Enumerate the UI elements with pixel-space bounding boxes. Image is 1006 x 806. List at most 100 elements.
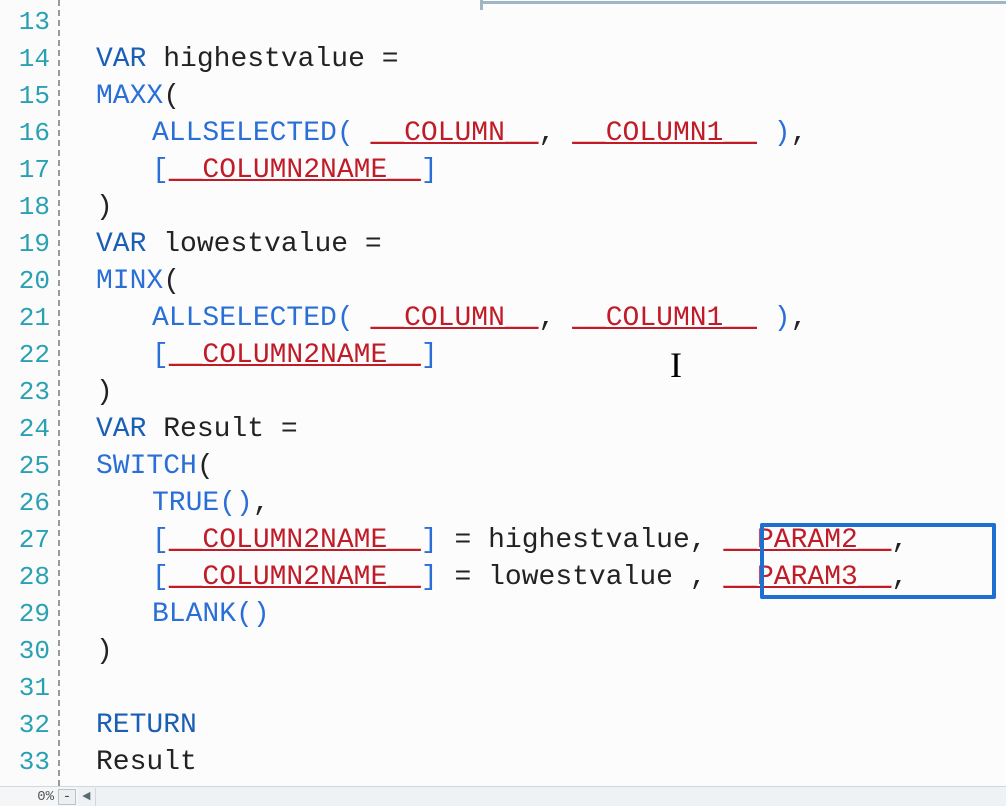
line-number: 17 [0, 152, 58, 189]
line-number: 19 [0, 226, 58, 263]
code-line[interactable] [66, 670, 1006, 707]
paren-open: ( [337, 303, 354, 334]
zoom-out-button[interactable]: - [58, 789, 76, 805]
code-line[interactable]: VAR lowestvalue = [66, 226, 1006, 263]
comma: , [253, 488, 270, 519]
comma: , [891, 525, 908, 556]
placeholder-column2name: __COLUMN2NAME__ [169, 340, 421, 371]
code-line[interactable]: [__COLUMN2NAME__] [66, 152, 1006, 189]
line-number: 28 [0, 559, 58, 596]
identifier: Result [163, 414, 264, 445]
paren-close: ) [96, 636, 113, 667]
placeholder-column: __COLUMN__ [370, 303, 538, 334]
placeholder-column1: __COLUMN1__ [572, 303, 757, 334]
bracket-open: [ [152, 340, 169, 371]
code-line[interactable]: [__COLUMN2NAME__] = lowestvalue , __PARA… [66, 559, 1006, 596]
function-switch: SWITCH [96, 451, 197, 482]
scroll-left-icon[interactable]: ◄ [78, 788, 96, 806]
code-line[interactable]: VAR Result = [66, 411, 1006, 448]
line-number: 29 [0, 596, 58, 633]
line-number: 14 [0, 41, 58, 78]
function-allselected: ALLSELECTED [152, 118, 337, 149]
code-line[interactable]: [__COLUMN2NAME__] = highestvalue, __PARA… [66, 522, 1006, 559]
paren-close: ) [774, 118, 791, 149]
code-area[interactable]: VAR highestvalue = MAXX( ALLSELECTED( __… [60, 0, 1006, 806]
bracket-open: [ [152, 525, 169, 556]
paren-close: ) [96, 192, 113, 223]
operator-equals: = [382, 44, 399, 75]
identifier: lowestvalue [163, 229, 348, 260]
code-line[interactable]: SWITCH( [66, 448, 1006, 485]
paren-open: ( [163, 81, 180, 112]
comma: , [690, 525, 707, 556]
line-number: 32 [0, 707, 58, 744]
paren-open: ( [236, 599, 253, 630]
line-number-gutter: 13 14 15 16 17 18 19 20 21 22 23 24 25 2… [0, 0, 60, 806]
code-line[interactable]: ) [66, 374, 1006, 411]
identifier: highestvalue [488, 525, 690, 556]
code-line[interactable]: ALLSELECTED( __COLUMN__, __COLUMN1__ ), [66, 115, 1006, 152]
placeholder-column2name: __COLUMN2NAME__ [169, 562, 421, 593]
comma: , [791, 118, 808, 149]
function-true: TRUE [152, 488, 219, 519]
keyword-var: VAR [96, 414, 146, 445]
line-number: 16 [0, 115, 58, 152]
line-number: 26 [0, 485, 58, 522]
placeholder-column2name: __COLUMN2NAME__ [169, 155, 421, 186]
code-editor[interactable]: 13 14 15 16 17 18 19 20 21 22 23 24 25 2… [0, 0, 1006, 806]
paren-open: ( [163, 266, 180, 297]
operator-equals: = [365, 229, 382, 260]
code-line[interactable] [66, 4, 1006, 41]
paren-open: ( [197, 451, 214, 482]
paren-close: ) [774, 303, 791, 334]
paren-open: ( [337, 118, 354, 149]
operator-equals: = [454, 525, 471, 556]
comma: , [539, 303, 556, 334]
code-line[interactable]: VAR highestvalue = [66, 41, 1006, 78]
placeholder-column2name: __COLUMN2NAME__ [169, 525, 421, 556]
bracket-open: [ [152, 155, 169, 186]
line-number: 13 [0, 4, 58, 41]
function-maxx: MAXX [96, 81, 163, 112]
code-line[interactable]: Result [66, 744, 1006, 781]
paren-close: ) [96, 377, 113, 408]
horizontal-scrollbar[interactable]: ◄ [78, 786, 1006, 806]
keyword-var: VAR [96, 229, 146, 260]
line-number: 20 [0, 263, 58, 300]
paren-close: ) [236, 488, 253, 519]
line-number: 21 [0, 300, 58, 337]
zoom-label: 0% [37, 789, 56, 805]
keyword-return: RETURN [96, 710, 197, 741]
comma: , [791, 303, 808, 334]
bracket-close: ] [421, 525, 438, 556]
function-minx: MINX [96, 266, 163, 297]
code-line[interactable]: ALLSELECTED( __COLUMN__, __COLUMN1__ ), [66, 300, 1006, 337]
line-number: 31 [0, 670, 58, 707]
line-number: 30 [0, 633, 58, 670]
code-line[interactable]: RETURN [66, 707, 1006, 744]
code-line[interactable]: ) [66, 189, 1006, 226]
bracket-close: ] [421, 340, 438, 371]
code-line[interactable]: MINX( [66, 263, 1006, 300]
line-number: 18 [0, 189, 58, 226]
placeholder-column: __COLUMN__ [370, 118, 538, 149]
keyword-var: VAR [96, 44, 146, 75]
code-line[interactable]: ) [66, 633, 1006, 670]
paren-open: ( [219, 488, 236, 519]
bracket-close: ] [421, 562, 438, 593]
code-line[interactable]: [__COLUMN2NAME__] [66, 337, 1006, 374]
function-blank: BLANK [152, 599, 236, 630]
code-line[interactable]: BLANK() [66, 596, 1006, 633]
function-allselected: ALLSELECTED [152, 303, 337, 334]
zoom-control[interactable]: 0% - [0, 786, 78, 806]
comma: , [539, 118, 556, 149]
identifier: highestvalue [163, 44, 365, 75]
line-number: 15 [0, 78, 58, 115]
paren-close: ) [253, 599, 270, 630]
line-number: 22 [0, 337, 58, 374]
line-number: 23 [0, 374, 58, 411]
code-line[interactable]: TRUE(), [66, 485, 1006, 522]
line-number: 24 [0, 411, 58, 448]
code-line[interactable]: MAXX( [66, 78, 1006, 115]
line-number: 27 [0, 522, 58, 559]
